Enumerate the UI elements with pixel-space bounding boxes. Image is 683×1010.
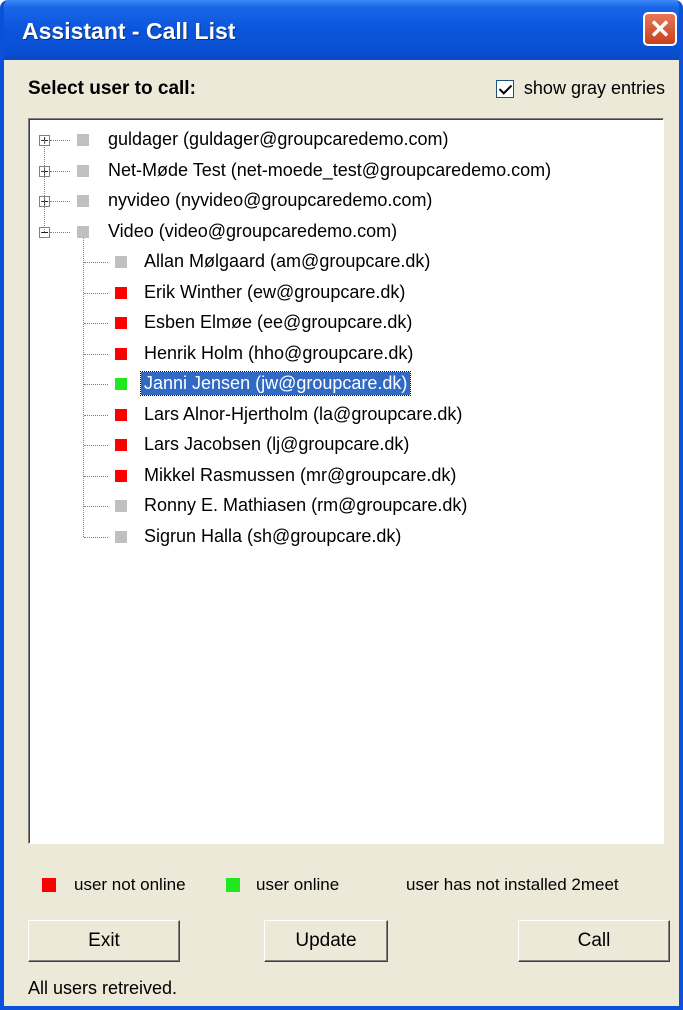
tree-user-label[interactable]: Erik Winther (ew@groupcare.dk) — [141, 281, 408, 304]
status-square-icon — [77, 225, 89, 238]
tree-user-label[interactable]: Esben Elmøe (ee@groupcare.dk) — [141, 311, 415, 334]
status-square-icon — [115, 378, 127, 390]
tree-user-row[interactable]: Janni Jensen (jw@groupcare.dk) — [29, 369, 663, 399]
tree-user-label[interactable]: Henrik Holm (hho@groupcare.dk) — [141, 342, 416, 365]
user-tree[interactable]: + guldager (guldager@groupcaredemo.com) + N… — [28, 118, 664, 844]
status-square-icon — [115, 530, 127, 543]
tree-group-label[interactable]: guldager (guldager@groupcaredemo.com) — [105, 128, 451, 151]
tree-user-row[interactable]: Lars Jacobsen (lj@groupcare.dk) — [29, 430, 663, 460]
legend-not-installed: user has not installed 2meet — [406, 875, 619, 894]
tree-user-row[interactable]: Esben Elmøe (ee@groupcare.dk) — [29, 308, 663, 338]
status-square-icon — [115, 347, 127, 360]
status-square-icon — [115, 256, 127, 268]
status-square-icon — [77, 134, 89, 146]
tree-group-row[interactable]: + nyvideo (nyvideo@groupcaredemo.com) — [29, 186, 663, 216]
tree-user-row[interactable]: Ronny E. Mathiasen (rm@groupcare.dk) — [29, 491, 663, 521]
title-bar[interactable]: Assistant - Call List ✕ — [4, 0, 679, 60]
update-button[interactable]: Update — [264, 920, 388, 962]
tree-user-label[interactable]: Ronny E. Mathiasen (rm@groupcare.dk) — [141, 494, 470, 517]
tree-user-label[interactable]: Sigrun Halla (sh@groupcare.dk) — [141, 525, 404, 548]
tree-connector — [84, 323, 108, 325]
red-square-icon — [42, 878, 56, 892]
tree-group-label[interactable]: Net-Møde Test (net-moede_test@groupcared… — [105, 159, 554, 182]
tree-connector — [84, 506, 108, 508]
tree-user-row[interactable]: Lars Alnor-Hjertholm (la@groupcare.dk) — [29, 400, 663, 430]
status-square-icon — [115, 286, 127, 299]
status-square-icon — [115, 500, 127, 512]
legend-online: user online — [256, 875, 340, 894]
tree-group-row[interactable]: + Net-Møde Test (net-moede_test@groupcare… — [29, 156, 663, 186]
show-gray-checkbox[interactable] — [495, 79, 514, 98]
green-square-icon — [226, 878, 240, 892]
tree-connector — [50, 201, 70, 203]
tree-user-label[interactable]: Allan Mølgaard (am@groupcare.dk) — [141, 250, 433, 273]
tree-user-row[interactable]: Allan Mølgaard (am@groupcare.dk) — [29, 247, 663, 277]
status-square-icon — [77, 195, 89, 207]
show-gray-label: show gray entries — [523, 78, 665, 98]
status-square-icon — [115, 408, 127, 421]
status-square-icon — [115, 439, 127, 451]
call-button[interactable]: Call — [518, 920, 670, 962]
tree-user-row[interactable]: Henrik Holm (hho@groupcare.dk) — [29, 339, 663, 369]
tree-connector — [84, 353, 108, 356]
tree-connector — [44, 140, 46, 232]
tree-user-label-selected[interactable]: Janni Jensen (jw@groupcare.dk) — [139, 371, 412, 396]
show-gray-entries-toggle[interactable]: show gray entries — [495, 78, 665, 99]
tree-connector — [50, 170, 70, 173]
tree-connector — [84, 262, 108, 264]
tree-connector — [84, 414, 108, 417]
tree-user-label[interactable]: Lars Alnor-Hjertholm (la@groupcare.dk) — [141, 403, 465, 426]
select-user-label: Select user to call: — [28, 78, 196, 99]
close-icon: ✕ — [649, 13, 671, 44]
tree-user-row[interactable]: Sigrun Halla (sh@groupcare.dk) — [29, 522, 663, 552]
tree-connector — [84, 475, 108, 478]
exit-button[interactable]: Exit — [28, 920, 180, 962]
tree-connector — [84, 384, 108, 386]
tree-user-label[interactable]: Lars Jacobsen (lj@groupcare.dk) — [141, 433, 412, 456]
tree-user-row[interactable]: Mikkel Rasmussen (mr@groupcare.dk) — [29, 461, 663, 491]
call-list-window: Assistant - Call List ✕ Select user to c… — [0, 0, 683, 1010]
status-square-icon — [115, 317, 127, 329]
tree-connector — [84, 445, 108, 447]
tree-group-row[interactable]: + guldager (guldager@groupcaredemo.com) — [29, 125, 663, 155]
status-square-icon — [115, 469, 127, 482]
status-square-icon — [77, 164, 89, 177]
tree-group-label[interactable]: nyvideo (nyvideo@groupcaredemo.com) — [105, 189, 435, 212]
status-bar-text: All users retreived. — [28, 978, 178, 998]
legend-not-online: user not online — [74, 875, 186, 894]
tree-user-row[interactable]: Erik Winther (ew@groupcare.dk) — [29, 278, 663, 308]
window-title: Assistant - Call List — [22, 18, 236, 44]
tree-connector — [50, 140, 70, 142]
tree-connector — [84, 292, 108, 295]
tree-connector — [84, 536, 108, 539]
tree-group-label[interactable]: Video (video@groupcaredemo.com) — [105, 220, 400, 243]
tree-user-label[interactable]: Mikkel Rasmussen (mr@groupcare.dk) — [141, 464, 459, 487]
close-button[interactable]: ✕ — [643, 12, 677, 46]
tree-connector — [50, 231, 70, 234]
tree-group-row[interactable]: − Video (video@groupcaredemo.com) — [29, 217, 663, 247]
